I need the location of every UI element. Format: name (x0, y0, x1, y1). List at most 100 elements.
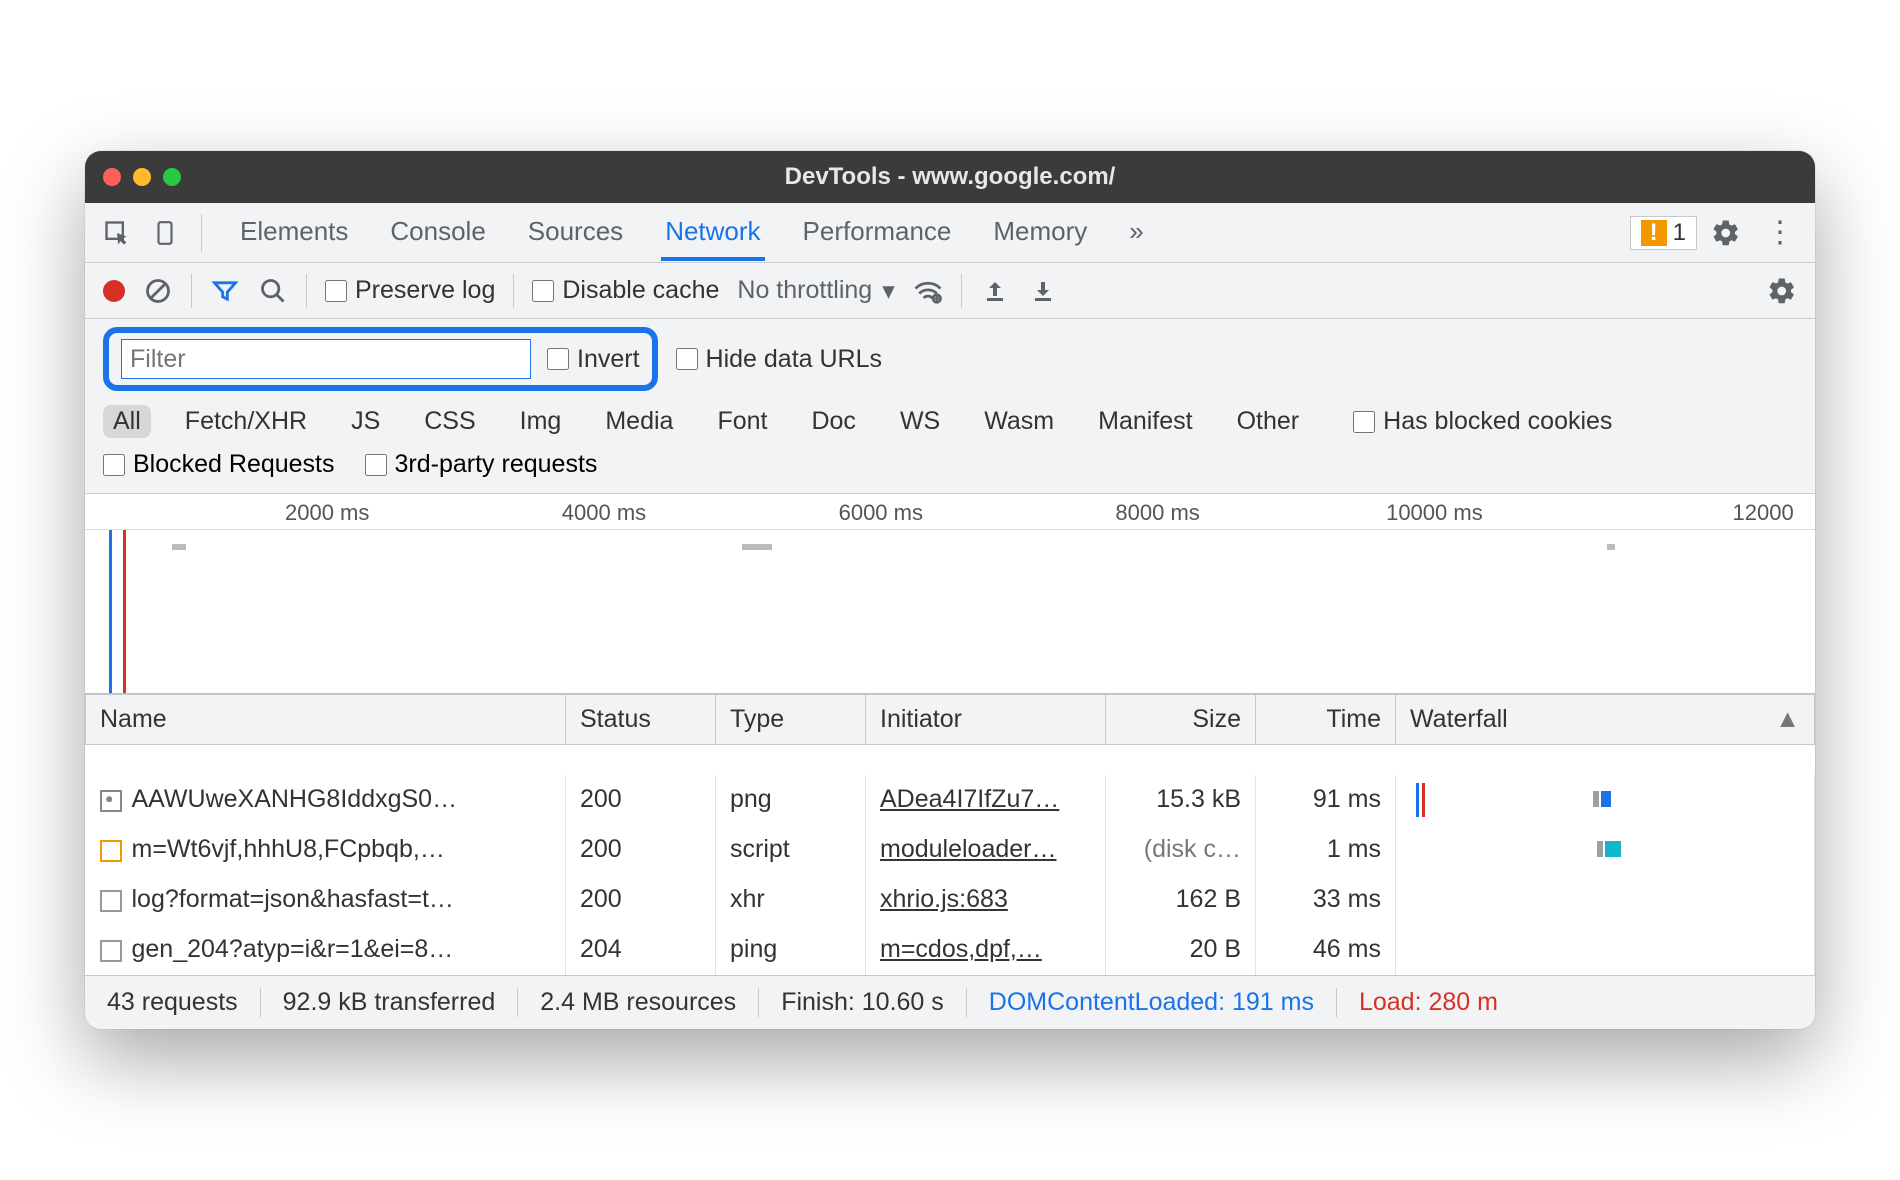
tab-network[interactable]: Network (661, 204, 764, 261)
separator (306, 274, 307, 308)
timeline-overview[interactable]: 2000 ms 4000 ms 6000 ms 8000 ms 10000 ms… (85, 494, 1815, 694)
hide-data-urls-checkbox[interactable]: Hide data URLs (676, 345, 882, 374)
tick: 8000 ms (1115, 500, 1199, 526)
filter-toggle-icon[interactable] (210, 276, 240, 306)
blocked-requests-checkbox[interactable]: Blocked Requests (103, 450, 335, 479)
tab-sources[interactable]: Sources (524, 204, 627, 261)
col-initiator[interactable]: Initiator (866, 695, 1106, 745)
inspect-element-icon[interactable] (95, 211, 139, 255)
record-button[interactable] (103, 280, 125, 302)
network-settings-icon[interactable] (1767, 276, 1797, 306)
file-image-icon (100, 790, 122, 812)
waterfall-cell (1410, 783, 1800, 817)
status-dcl: DOMContentLoaded: 191 ms (967, 988, 1337, 1017)
type-fetchxhr[interactable]: Fetch/XHR (175, 405, 317, 438)
timeline-bar (742, 544, 772, 550)
status-resources: 2.4 MB resources (518, 988, 759, 1017)
file-doc-icon (100, 890, 122, 912)
request-name: AAWUweXANHG8IddxgS0… (132, 785, 458, 813)
separator (513, 274, 514, 308)
status-load: Load: 280 m (1337, 988, 1520, 1017)
network-conditions-icon[interactable] (913, 276, 943, 306)
separator (961, 274, 962, 308)
request-time: 46 ms (1256, 925, 1396, 975)
col-size[interactable]: Size (1106, 695, 1256, 745)
file-doc-icon (100, 940, 122, 962)
request-initiator[interactable]: m=cdos,dpf,… (866, 925, 1106, 975)
third-party-label: 3rd-party requests (395, 450, 598, 479)
table-row[interactable]: AAWUweXANHG8IddxgS0… 200 png ADea4I7IfZu… (86, 775, 1815, 825)
network-table: Name Status Type Initiator Size Time Wat… (85, 694, 1815, 975)
export-har-icon[interactable] (1028, 276, 1058, 306)
chevron-down-icon: ▾ (882, 276, 895, 306)
type-js[interactable]: JS (341, 405, 390, 438)
col-time[interactable]: Time (1256, 695, 1396, 745)
request-initiator[interactable]: xhrio.js:683 (866, 875, 1106, 925)
tab-performance[interactable]: Performance (799, 204, 956, 261)
type-img[interactable]: Img (510, 405, 572, 438)
has-blocked-cookies-checkbox[interactable]: Has blocked cookies (1353, 407, 1612, 436)
window-title: DevTools - www.google.com/ (85, 163, 1815, 191)
load-marker (123, 530, 126, 693)
panel-tabstrip: Elements Console Sources Network Perform… (85, 203, 1815, 263)
separator (201, 214, 202, 252)
timeline-bar (1607, 544, 1615, 550)
col-waterfall[interactable]: Waterfall▲ (1396, 695, 1815, 745)
tab-memory[interactable]: Memory (989, 204, 1091, 261)
clear-button[interactable] (143, 276, 173, 306)
type-ws[interactable]: WS (890, 405, 950, 438)
col-status[interactable]: Status (566, 695, 716, 745)
disable-cache-checkbox[interactable]: Disable cache (532, 276, 719, 305)
request-type: png (716, 775, 866, 825)
type-wasm[interactable]: Wasm (974, 405, 1064, 438)
request-time: 1 ms (1256, 825, 1396, 875)
preserve-log-checkbox[interactable]: Preserve log (325, 276, 495, 305)
extra-filter-row: Blocked Requests 3rd-party requests (85, 444, 1815, 494)
device-toolbar-icon[interactable] (143, 211, 187, 255)
preserve-log-label: Preserve log (355, 276, 495, 305)
status-requests: 43 requests (85, 988, 261, 1017)
console-warnings-badge[interactable]: ! 1 (1630, 216, 1697, 250)
filter-input[interactable] (121, 339, 531, 379)
table-row[interactable]: gen_204?atyp=i&r=1&ei=8… 204 ping m=cdos… (86, 925, 1815, 975)
type-doc[interactable]: Doc (801, 405, 865, 438)
request-initiator[interactable]: moduleloader… (866, 825, 1106, 875)
throttling-select[interactable]: No throttling ▾ (737, 276, 894, 306)
request-size: 20 B (1106, 925, 1256, 975)
request-name: gen_204?atyp=i&r=1&ei=8… (132, 935, 454, 963)
filter-highlight: Invert (103, 327, 658, 391)
table-row[interactable]: log?format=json&hasfast=t… 200 xhr xhrio… (86, 875, 1815, 925)
tick: 6000 ms (839, 500, 923, 526)
throttling-value: No throttling (737, 276, 872, 305)
waterfall-cell (1410, 883, 1800, 917)
type-all[interactable]: All (103, 405, 151, 438)
type-css[interactable]: CSS (414, 405, 485, 438)
search-icon[interactable] (258, 276, 288, 306)
request-type: ping (716, 925, 866, 975)
type-media[interactable]: Media (595, 405, 683, 438)
settings-gear-icon[interactable] (1701, 218, 1751, 248)
tab-console[interactable]: Console (386, 204, 489, 261)
panel-tabs: Elements Console Sources Network Perform… (236, 204, 1148, 261)
third-party-checkbox[interactable]: 3rd-party requests (365, 450, 598, 479)
tab-elements[interactable]: Elements (236, 204, 352, 261)
request-size: (disk c… (1106, 825, 1256, 875)
blocked-requests-label: Blocked Requests (133, 450, 335, 479)
status-transferred: 92.9 kB transferred (261, 988, 519, 1017)
tick: 2000 ms (285, 500, 369, 526)
table-row[interactable]: m=Wt6vjf,hhhU8,FCpbqb,… 200 script modul… (86, 825, 1815, 875)
import-har-icon[interactable] (980, 276, 1010, 306)
request-type: xhr (716, 875, 866, 925)
tabs-overflow[interactable]: » (1125, 204, 1147, 261)
col-name[interactable]: Name (86, 695, 566, 745)
type-font[interactable]: Font (707, 405, 777, 438)
invert-checkbox[interactable]: Invert (547, 345, 640, 374)
type-other[interactable]: Other (1227, 405, 1310, 438)
request-initiator[interactable]: ADea4I7IfZu7… (866, 775, 1106, 825)
request-status: 200 (566, 875, 716, 925)
more-menu-icon[interactable]: ⋮ (1755, 215, 1805, 250)
col-type[interactable]: Type (716, 695, 866, 745)
type-manifest[interactable]: Manifest (1088, 405, 1202, 438)
timeline-bar (172, 544, 186, 550)
request-size: 162 B (1106, 875, 1256, 925)
